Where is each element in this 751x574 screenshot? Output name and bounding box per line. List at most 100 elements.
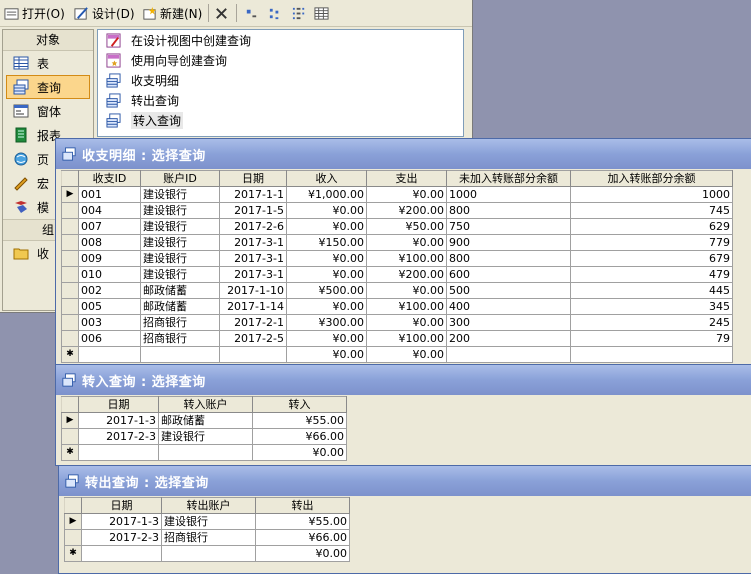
table-cell[interactable]: ¥200.00: [366, 202, 447, 219]
details-view-button[interactable]: [314, 3, 329, 23]
table-cell[interactable]: 479: [570, 266, 733, 283]
table-cell[interactable]: 建设银行: [140, 266, 220, 283]
table-cell[interactable]: 2017-2-3: [81, 529, 162, 546]
record-selector[interactable]: [61, 314, 79, 331]
table-row[interactable]: 006 招商银行 2017-2-5 ¥0.00 ¥100.00 200 79: [61, 330, 733, 347]
table-row[interactable]: 010 建设银行 2017-3-1 ¥0.00 ¥200.00 600 479: [61, 266, 733, 283]
new-record-row[interactable]: ✱ ¥0.00 ¥0.00: [61, 346, 733, 363]
table-cell[interactable]: ¥0.00: [252, 444, 347, 461]
record-selector[interactable]: [61, 202, 79, 219]
delete-button[interactable]: [214, 3, 229, 23]
transfer-in-query-titlebar[interactable]: 转入查询 : 选择查询: [56, 365, 751, 395]
table-cell[interactable]: [158, 444, 253, 461]
table-cell[interactable]: ¥0.00: [286, 218, 367, 235]
record-selector[interactable]: [61, 218, 79, 235]
table-cell[interactable]: 800: [446, 250, 571, 267]
table-cell[interactable]: [78, 444, 159, 461]
table-cell[interactable]: ¥55.00: [252, 412, 347, 429]
table-cell[interactable]: ¥0.00: [366, 282, 447, 299]
record-selector[interactable]: [61, 298, 79, 315]
table-row[interactable]: 008 建设银行 2017-3-1 ¥150.00 ¥0.00 900 779: [61, 234, 733, 251]
column-header[interactable]: 账户ID: [140, 170, 220, 187]
table-cell[interactable]: ¥66.00: [255, 529, 350, 546]
column-header[interactable]: 日期: [219, 170, 287, 187]
table-cell[interactable]: 2017-3-1: [219, 234, 287, 251]
table-row[interactable]: 007 建设银行 2017-2-6 ¥0.00 ¥50.00 750 629: [61, 218, 733, 235]
table-cell[interactable]: 007: [78, 218, 141, 235]
column-header[interactable]: 未加入转账部分余额: [446, 170, 571, 187]
table-cell[interactable]: [140, 346, 220, 363]
list-item[interactable]: 转入查询: [98, 110, 463, 130]
table-cell[interactable]: 010: [78, 266, 141, 283]
record-selector[interactable]: [64, 529, 82, 546]
table-cell[interactable]: 建设银行: [140, 186, 220, 203]
table-cell[interactable]: ¥300.00: [286, 314, 367, 331]
table-cell[interactable]: ¥0.00: [366, 314, 447, 331]
new-button[interactable]: 新建(N): [142, 3, 202, 23]
table-cell[interactable]: ¥0.00: [286, 346, 367, 363]
table-cell[interactable]: ¥0.00: [255, 545, 350, 562]
table-cell[interactable]: 629: [570, 218, 733, 235]
table-cell[interactable]: [219, 346, 287, 363]
column-header[interactable]: 收支ID: [78, 170, 141, 187]
table-cell[interactable]: [161, 545, 256, 562]
table-cell[interactable]: ¥0.00: [286, 298, 367, 315]
small-icons-button[interactable]: [268, 3, 283, 23]
list-item[interactable]: 收支明细: [98, 70, 463, 90]
table-cell[interactable]: 679: [570, 250, 733, 267]
table-cell[interactable]: ¥0.00: [366, 186, 447, 203]
record-selector[interactable]: [61, 330, 79, 347]
table-cell[interactable]: 建设银行: [158, 428, 253, 445]
table-cell[interactable]: 745: [570, 202, 733, 219]
object-item-queries[interactable]: 查询: [6, 75, 90, 99]
table-cell[interactable]: 2017-1-1: [219, 186, 287, 203]
table-cell[interactable]: [78, 346, 141, 363]
new-record-marker[interactable]: ✱: [64, 545, 82, 562]
design-button[interactable]: 设计(D): [74, 3, 135, 23]
table-row[interactable]: 003 招商银行 2017-2-1 ¥300.00 ¥0.00 300 245: [61, 314, 733, 331]
table-cell[interactable]: 345: [570, 298, 733, 315]
table-cell[interactable]: 300: [446, 314, 571, 331]
row-selector-header[interactable]: [64, 497, 82, 514]
table-cell[interactable]: ¥150.00: [286, 234, 367, 251]
large-icons-button[interactable]: [244, 3, 259, 23]
table-cell[interactable]: 建设银行: [140, 202, 220, 219]
row-selector-header[interactable]: [61, 396, 79, 413]
table-row[interactable]: 009 建设银行 2017-3-1 ¥0.00 ¥100.00 800 679: [61, 250, 733, 267]
table-cell[interactable]: 建设银行: [140, 234, 220, 251]
table-cell[interactable]: [446, 346, 571, 363]
table-cell[interactable]: 750: [446, 218, 571, 235]
table-cell[interactable]: ¥100.00: [366, 250, 447, 267]
table-cell[interactable]: 779: [570, 234, 733, 251]
table-cell[interactable]: 2017-1-3: [78, 412, 159, 429]
table-cell[interactable]: 009: [78, 250, 141, 267]
table-cell[interactable]: 200: [446, 330, 571, 347]
table-cell[interactable]: 招商银行: [140, 330, 220, 347]
table-cell[interactable]: ¥0.00: [286, 330, 367, 347]
table-cell[interactable]: ¥0.00: [366, 346, 447, 363]
table-cell[interactable]: 2017-1-10: [219, 282, 287, 299]
row-selector-header[interactable]: [61, 170, 79, 187]
column-header[interactable]: 转出: [255, 497, 350, 514]
column-header[interactable]: 日期: [81, 497, 162, 514]
table-cell[interactable]: 邮政储蓄: [140, 282, 220, 299]
record-selector[interactable]: [61, 234, 79, 251]
table-cell[interactable]: 邮政储蓄: [140, 298, 220, 315]
table-cell[interactable]: 招商银行: [161, 529, 256, 546]
table-cell[interactable]: 800: [446, 202, 571, 219]
table-cell[interactable]: [570, 346, 733, 363]
table-row[interactable]: 004 建设银行 2017-1-5 ¥0.00 ¥200.00 800 745: [61, 202, 733, 219]
table-cell[interactable]: [81, 545, 162, 562]
table-cell[interactable]: 2017-2-1: [219, 314, 287, 331]
column-header[interactable]: 收入: [286, 170, 367, 187]
income-query-titlebar[interactable]: 收支明细 : 选择查询: [56, 139, 751, 169]
table-cell[interactable]: ¥55.00: [255, 513, 350, 530]
table-cell[interactable]: 400: [446, 298, 571, 315]
new-record-marker[interactable]: ✱: [61, 444, 79, 461]
record-selector[interactable]: ▶: [64, 513, 82, 530]
table-cell[interactable]: 445: [570, 282, 733, 299]
table-cell[interactable]: 008: [78, 234, 141, 251]
table-cell[interactable]: 建设银行: [161, 513, 256, 530]
table-cell[interactable]: 2017-1-3: [81, 513, 162, 530]
column-header[interactable]: 转出账户: [161, 497, 256, 514]
